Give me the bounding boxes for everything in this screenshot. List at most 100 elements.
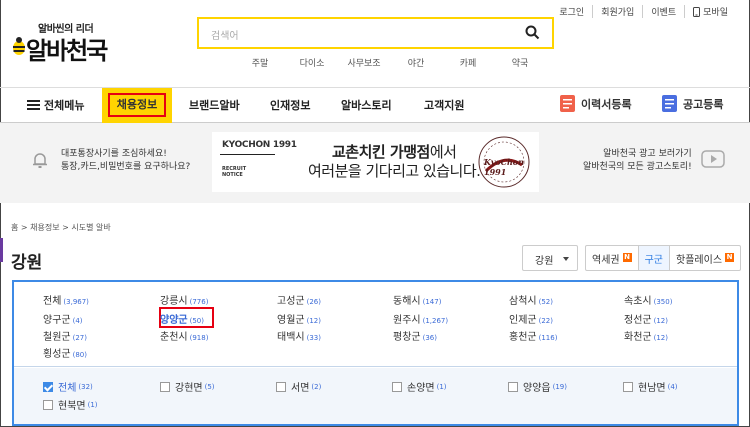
- phone-icon: [693, 6, 701, 17]
- keyword-item[interactable]: 사무보조: [338, 56, 390, 69]
- region-select[interactable]: 강원: [522, 245, 578, 271]
- town-checkbox-item[interactable]: 양양읍 (19): [508, 379, 567, 394]
- checkbox[interactable]: [508, 381, 518, 392]
- city-name: 홍천군: [509, 332, 537, 343]
- town-list: 전체 (32) 강현면 (5) 서면 (2) 손양면 (1) 양양읍 (19) 현남면 (4…: [14, 368, 737, 424]
- logo[interactable]: 알바씬의 리더 알바천국: [12, 20, 122, 65]
- main-nav: 전체메뉴 채용정보 브랜드알바 인재정보 알바스토리 고객지원 이력서등록 공고…: [0, 87, 750, 123]
- city-item[interactable]: 정선군 (12): [624, 311, 668, 326]
- checkbox-checked[interactable]: [43, 381, 53, 392]
- keyword-item[interactable]: 다이소: [286, 56, 338, 69]
- town-name: 손양면: [407, 383, 435, 394]
- city-item[interactable]: 전체 (3,967): [43, 292, 89, 307]
- town-checkbox-item[interactable]: 강현면 (5): [160, 379, 215, 394]
- city-name: 양양군: [160, 315, 188, 326]
- ad-copy-bold: 교촌치킨 가맹점: [331, 143, 430, 161]
- city-count: (12): [306, 317, 321, 325]
- town-name: 현남면: [638, 383, 666, 394]
- city-item[interactable]: 횡성군 (80): [43, 345, 87, 360]
- city-name: 전체: [43, 296, 62, 307]
- city-count: (50): [189, 317, 204, 325]
- ad-sub: RECRUIT NOTICE: [222, 166, 246, 178]
- nav-item-jobs[interactable]: 채용정보: [102, 88, 172, 123]
- city-item[interactable]: 홍천군 (116): [509, 328, 557, 343]
- tab-label: 핫플레이스: [676, 255, 723, 266]
- ad-brand: KYOCHON 1991: [222, 140, 297, 150]
- city-name: 영월군: [277, 315, 305, 326]
- city-item[interactable]: 속초시 (350): [624, 292, 672, 307]
- kyochon-ad[interactable]: KYOCHON 1991 RECRUIT NOTICE 교촌치킨 가맹점에서 여…: [212, 132, 539, 192]
- youtube-play-icon[interactable]: [701, 150, 725, 168]
- checkbox[interactable]: [623, 381, 633, 392]
- signup-link[interactable]: 회원가입: [592, 5, 642, 18]
- city-item[interactable]: 영월군 (12): [277, 311, 321, 326]
- bell-icon: [33, 153, 47, 168]
- kyochon-seal-logo: KyoChon 1991: [474, 135, 534, 189]
- all-menu-button[interactable]: 전체메뉴: [27, 97, 84, 113]
- ad-promo-line: 알바천국 광고 보러가기: [603, 149, 692, 159]
- login-link[interactable]: 로그인: [551, 5, 592, 18]
- checkbox[interactable]: [160, 381, 170, 392]
- tab-label: 역세권: [592, 255, 620, 266]
- city-item[interactable]: 양구군 (4): [43, 311, 83, 326]
- ad-promo[interactable]: 알바천국 광고 보러가기 알바천국의 모든 광고스토리!: [583, 148, 692, 174]
- event-link[interactable]: 이벤트: [642, 5, 684, 18]
- search-box[interactable]: 검색어: [197, 17, 554, 49]
- nav-item-story[interactable]: 알바스토리: [341, 97, 392, 113]
- keyword-item[interactable]: 야간: [390, 56, 442, 69]
- mobile-link[interactable]: 모바일: [684, 5, 736, 18]
- checkbox[interactable]: [392, 381, 402, 392]
- city-item[interactable]: 강릉시 (776): [160, 292, 208, 307]
- keyword-item[interactable]: 주말: [234, 56, 286, 69]
- town-count: (4): [667, 382, 678, 391]
- city-list: 전체 (3,967) 강릉시 (776) 고성군 (26) 동해시 (147) 삼척시(…: [14, 282, 737, 367]
- city-item[interactable]: 철원군 (27): [43, 328, 87, 343]
- town-checkbox-item[interactable]: 전체 (32): [43, 379, 93, 394]
- city-item[interactable]: 춘천시 (918): [160, 328, 208, 343]
- city-name: 강릉시: [160, 296, 188, 307]
- city-count: (22): [538, 317, 553, 325]
- city-item[interactable]: 삼척시 (52): [509, 292, 553, 307]
- new-badge: N: [725, 253, 735, 262]
- city-item[interactable]: 고성군 (26): [277, 292, 321, 307]
- city-count: (36): [422, 334, 437, 342]
- logo-name: 알바천국: [26, 37, 108, 65]
- checkbox[interactable]: [43, 399, 53, 410]
- ad-register-button[interactable]: 공고등록: [662, 95, 723, 112]
- area-selector: 전체 (3,967) 강릉시 (776) 고성군 (26) 동해시 (147) 삼척시(…: [12, 280, 739, 426]
- town-name: 현북면: [58, 401, 86, 412]
- city-item[interactable]: 인제군 (22): [509, 311, 553, 326]
- tab-hotplace[interactable]: 핫플레이스 N: [669, 246, 740, 270]
- town-checkbox-item[interactable]: 현북면 (1): [43, 397, 98, 412]
- town-checkbox-item[interactable]: 손양면 (1): [392, 379, 447, 394]
- keyword-item[interactable]: 약국: [494, 56, 546, 69]
- scam-warning[interactable]: 대포통장사기를 조심하세요! 통장,카드,비밀번호를 요구하나요?: [61, 148, 190, 174]
- city-name: 삼척시: [509, 296, 537, 307]
- city-item[interactable]: 평창군 (36): [393, 328, 437, 343]
- city-count: (27): [72, 334, 87, 342]
- nav-item-brand[interactable]: 브랜드알바: [189, 97, 240, 113]
- checkbox[interactable]: [276, 381, 286, 392]
- search-icon[interactable]: [525, 25, 540, 40]
- tab-station[interactable]: 역세권 N: [586, 246, 638, 270]
- city-item[interactable]: 원주시 (1,267): [393, 311, 448, 326]
- city-count: (80): [72, 351, 87, 359]
- city-item[interactable]: 태백시 (33): [277, 328, 321, 343]
- resume-register-button[interactable]: 이력서등록: [560, 95, 632, 112]
- nav-item-support[interactable]: 고객지원: [424, 97, 464, 113]
- town-checkbox-item[interactable]: 서면 (2): [276, 379, 321, 394]
- kyochon-seal-text: KyoChon 1991: [484, 157, 524, 177]
- town-checkbox-item[interactable]: 현남면 (4): [623, 379, 678, 394]
- town-name: 전체: [58, 383, 77, 394]
- city-name: 동해시: [393, 296, 421, 307]
- city-item[interactable]: 화천군 (12): [624, 328, 668, 343]
- scam-warning-line: 대포통장사기를 조심하세요!: [61, 149, 167, 159]
- city-item[interactable]: 동해시 (147): [393, 292, 441, 307]
- city-count: (12): [653, 317, 668, 325]
- city-item-selected[interactable]: 양양군 (50): [160, 311, 204, 326]
- nav-item-talent[interactable]: 인재정보: [270, 97, 310, 113]
- keyword-item[interactable]: 카페: [442, 56, 494, 69]
- city-name: 정선군: [624, 315, 652, 326]
- region-select-value: 강원: [535, 256, 554, 267]
- tab-district[interactable]: 구군: [637, 246, 670, 270]
